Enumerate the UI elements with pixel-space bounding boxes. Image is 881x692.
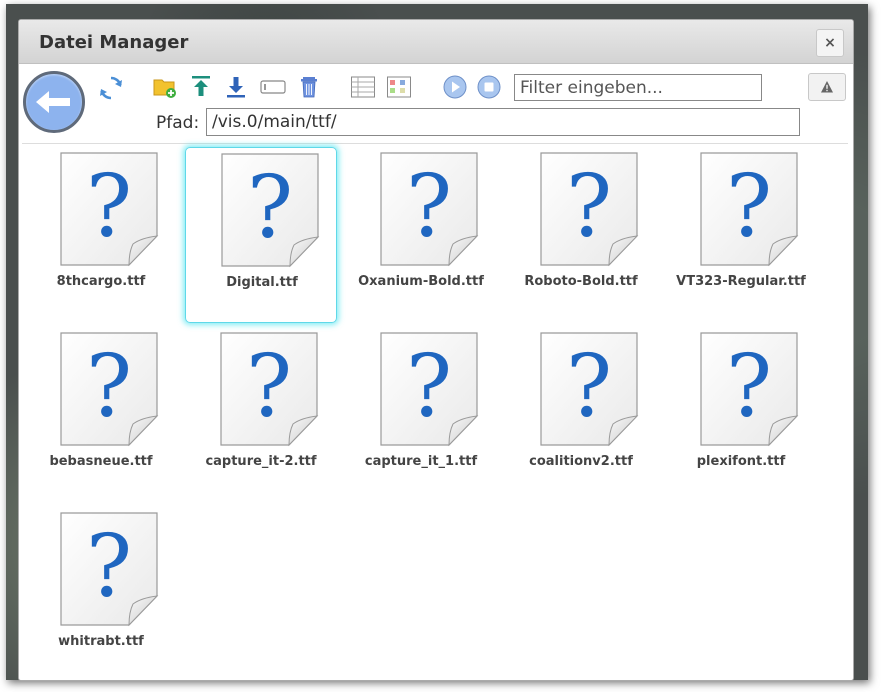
unknown-file-icon: ?: [59, 512, 159, 627]
rename-button[interactable]: [259, 74, 287, 100]
file-name: Digital.ttf: [226, 275, 298, 290]
play-button[interactable]: [442, 74, 468, 100]
file-name: coalitionv2.ttf: [529, 454, 633, 469]
filter-input[interactable]: [514, 74, 762, 101]
upload-button[interactable]: [188, 74, 214, 100]
stop-button[interactable]: [476, 74, 502, 100]
dialog-title: Datei Manager: [39, 32, 189, 53]
file-name: 8thcargo.ttf: [56, 274, 146, 289]
svg-text:?: ?: [566, 157, 612, 257]
file-item[interactable]: ? VT323-Regular.ttf: [665, 147, 817, 323]
upload-icon: [192, 76, 210, 96]
download-button[interactable]: [223, 74, 249, 100]
unknown-file-icon: ?: [379, 152, 479, 267]
file-name: plexifont.ttf: [696, 454, 786, 469]
file-grid: ? 8thcargo.ttf? Digital.ttf? Oxanium-Bold.t…: [22, 143, 848, 680]
download-icon: [227, 77, 245, 98]
svg-text:?: ?: [726, 157, 772, 257]
svg-text:?: ?: [406, 337, 452, 437]
svg-text:?: ?: [86, 337, 132, 437]
detail-view-icon: [387, 76, 411, 98]
path-label: Pfad:: [156, 113, 200, 133]
file-name: bebasneue.ttf: [49, 454, 153, 469]
file-item[interactable]: ? capture_it-2.ttf: [185, 327, 337, 503]
list-view-button[interactable]: [350, 74, 376, 100]
unknown-file-icon: ?: [699, 152, 799, 267]
stop-icon: [477, 75, 501, 99]
svg-text:?: ?: [247, 158, 293, 258]
unknown-file-icon: ?: [59, 332, 159, 447]
play-icon: [443, 75, 467, 99]
unknown-file-icon: ?: [220, 153, 320, 268]
unknown-file-icon: ?: [379, 332, 479, 447]
unknown-file-icon: ?: [539, 152, 639, 267]
new-folder-button[interactable]: [152, 74, 178, 100]
svg-text:?: ?: [406, 157, 452, 257]
file-name: Oxanium-Bold.ttf: [358, 274, 484, 289]
back-button[interactable]: [23, 71, 85, 133]
title-bar[interactable]: Datei Manager ×: [19, 20, 853, 64]
rename-icon: [260, 80, 286, 94]
unknown-file-icon: ?: [699, 332, 799, 447]
back-arrow-icon: [36, 91, 70, 113]
file-item[interactable]: ? coalitionv2.ttf: [505, 327, 657, 503]
svg-text:?: ?: [86, 157, 132, 257]
refresh-button[interactable]: [95, 72, 127, 104]
delete-button[interactable]: [296, 74, 322, 100]
file-name: capture_it_1.ttf: [364, 454, 478, 469]
file-item[interactable]: ? Digital.ttf: [185, 147, 337, 323]
close-icon: ×: [824, 35, 836, 51]
file-name: capture_it-2.ttf: [205, 454, 317, 469]
file-item[interactable]: ? bebasneue.ttf: [25, 327, 177, 503]
list-view-icon: [351, 76, 375, 98]
warning-button[interactable]: [808, 73, 846, 101]
file-item[interactable]: ? Roboto-Bold.ttf: [505, 147, 657, 323]
file-item[interactable]: ? whitrabt.ttf: [25, 507, 177, 680]
svg-text:?: ?: [86, 517, 132, 617]
new-folder-icon: [153, 79, 176, 98]
path-input[interactable]: [206, 108, 800, 136]
unknown-file-icon: ?: [539, 332, 639, 447]
warning-icon: [821, 81, 833, 93]
svg-text:?: ?: [246, 337, 292, 437]
file-item[interactable]: ? capture_it_1.ttf: [345, 327, 497, 503]
close-button[interactable]: ×: [816, 29, 844, 57]
refresh-icon: [100, 76, 122, 100]
file-item[interactable]: ? plexifont.ttf: [665, 327, 817, 503]
svg-text:?: ?: [566, 337, 612, 437]
file-item[interactable]: ? Oxanium-Bold.ttf: [345, 147, 497, 323]
unknown-file-icon: ?: [59, 152, 159, 267]
svg-text:?: ?: [726, 337, 772, 437]
file-item[interactable]: ? 8thcargo.ttf: [25, 147, 177, 323]
unknown-file-icon: ?: [219, 332, 319, 447]
file-name: Roboto-Bold.ttf: [524, 274, 638, 289]
file-name: VT323-Regular.ttf: [676, 274, 806, 289]
file-manager-dialog: Datei Manager × Filter eingeben... Pfad:…: [18, 19, 854, 681]
detail-view-button[interactable]: [386, 74, 412, 100]
trash-icon: [301, 77, 317, 98]
file-name: whitrabt.ttf: [58, 634, 144, 649]
